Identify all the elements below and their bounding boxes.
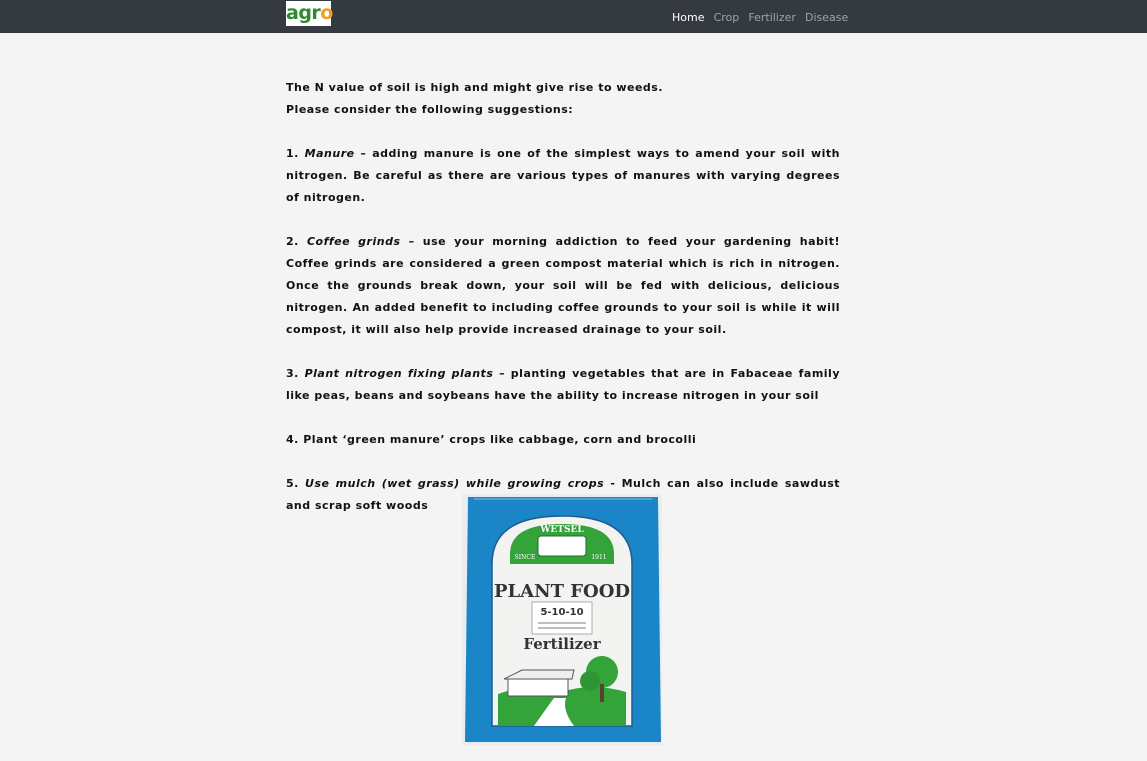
- brand-name: WETSEL: [539, 525, 584, 535]
- house-front: [507, 677, 569, 697]
- since-label: SINCE: [515, 554, 536, 561]
- suggestion-item: 1. Manure – adding manure is one of the …: [286, 143, 840, 209]
- suggestion-title: Use mulch (wet grass) while growing crop…: [305, 477, 605, 490]
- nav-link-home[interactable]: Home: [672, 11, 704, 24]
- product-subtitle: Fertilizer: [523, 635, 601, 653]
- suggestion-item: 3. Plant nitrogen fixing plants – planti…: [286, 363, 840, 407]
- nav-link-crop[interactable]: Crop: [714, 11, 740, 24]
- suggestion-item: 4. Plant ‘green manure’ crops like cabba…: [286, 429, 840, 451]
- suggestion-item: 2. Coffee grinds – use your morning addi…: [286, 231, 840, 341]
- suggestion-number: 5.: [286, 477, 299, 490]
- suggestion-title: Manure: [304, 147, 355, 160]
- suggestion-number: 3.: [286, 367, 299, 380]
- suggestion-separator: -: [604, 477, 622, 490]
- suggestion-body: use your morning addiction to feed your …: [286, 235, 840, 336]
- wagon-emblem: [537, 535, 587, 557]
- logo-text: agr: [286, 2, 321, 24]
- since-year: 1911: [591, 554, 606, 561]
- suggestion-number: 1.: [286, 147, 299, 160]
- product-title: PLANT FOOD: [494, 581, 630, 602]
- suggestion-number: 2.: [286, 235, 299, 248]
- tree-canopy: [580, 671, 600, 691]
- suggestion-separator: –: [493, 367, 511, 380]
- suggestion-separator: –: [354, 147, 373, 160]
- navbar: agro Home Crop Fertilizer Disease: [0, 0, 1147, 33]
- logo-accent: o: [320, 2, 333, 24]
- intro-line-1: The N value of soil is high and might gi…: [286, 81, 664, 94]
- suggestion-number: 4.: [286, 433, 299, 446]
- tree-trunk: [600, 684, 604, 702]
- npk-ratio: 5-10-10: [540, 607, 583, 618]
- suggestions-content: The N value of soil is high and might gi…: [286, 77, 840, 517]
- nav-link-disease[interactable]: Disease: [805, 11, 848, 24]
- nav-links: Home Crop Fertilizer Disease: [672, 6, 852, 24]
- intro-line-2: Please consider the following suggestion…: [286, 103, 574, 116]
- suggestion-body: Plant ‘green manure’ crops like cabbage,…: [303, 433, 697, 446]
- brand-logo[interactable]: agro: [286, 1, 333, 26]
- fertilizer-product-image: WETSEL SINCE 1911 PLANT FOOD 5-10-10 Fer…: [462, 494, 662, 745]
- suggestion-separator: –: [400, 235, 423, 248]
- nav-link-fertilizer[interactable]: Fertilizer: [748, 11, 796, 24]
- suggestion-title: Plant nitrogen fixing plants: [304, 367, 494, 380]
- fertilizer-bag-illustration: WETSEL SINCE 1911 PLANT FOOD 5-10-10 Fer…: [462, 494, 662, 745]
- suggestion-title: Coffee grinds: [306, 235, 401, 248]
